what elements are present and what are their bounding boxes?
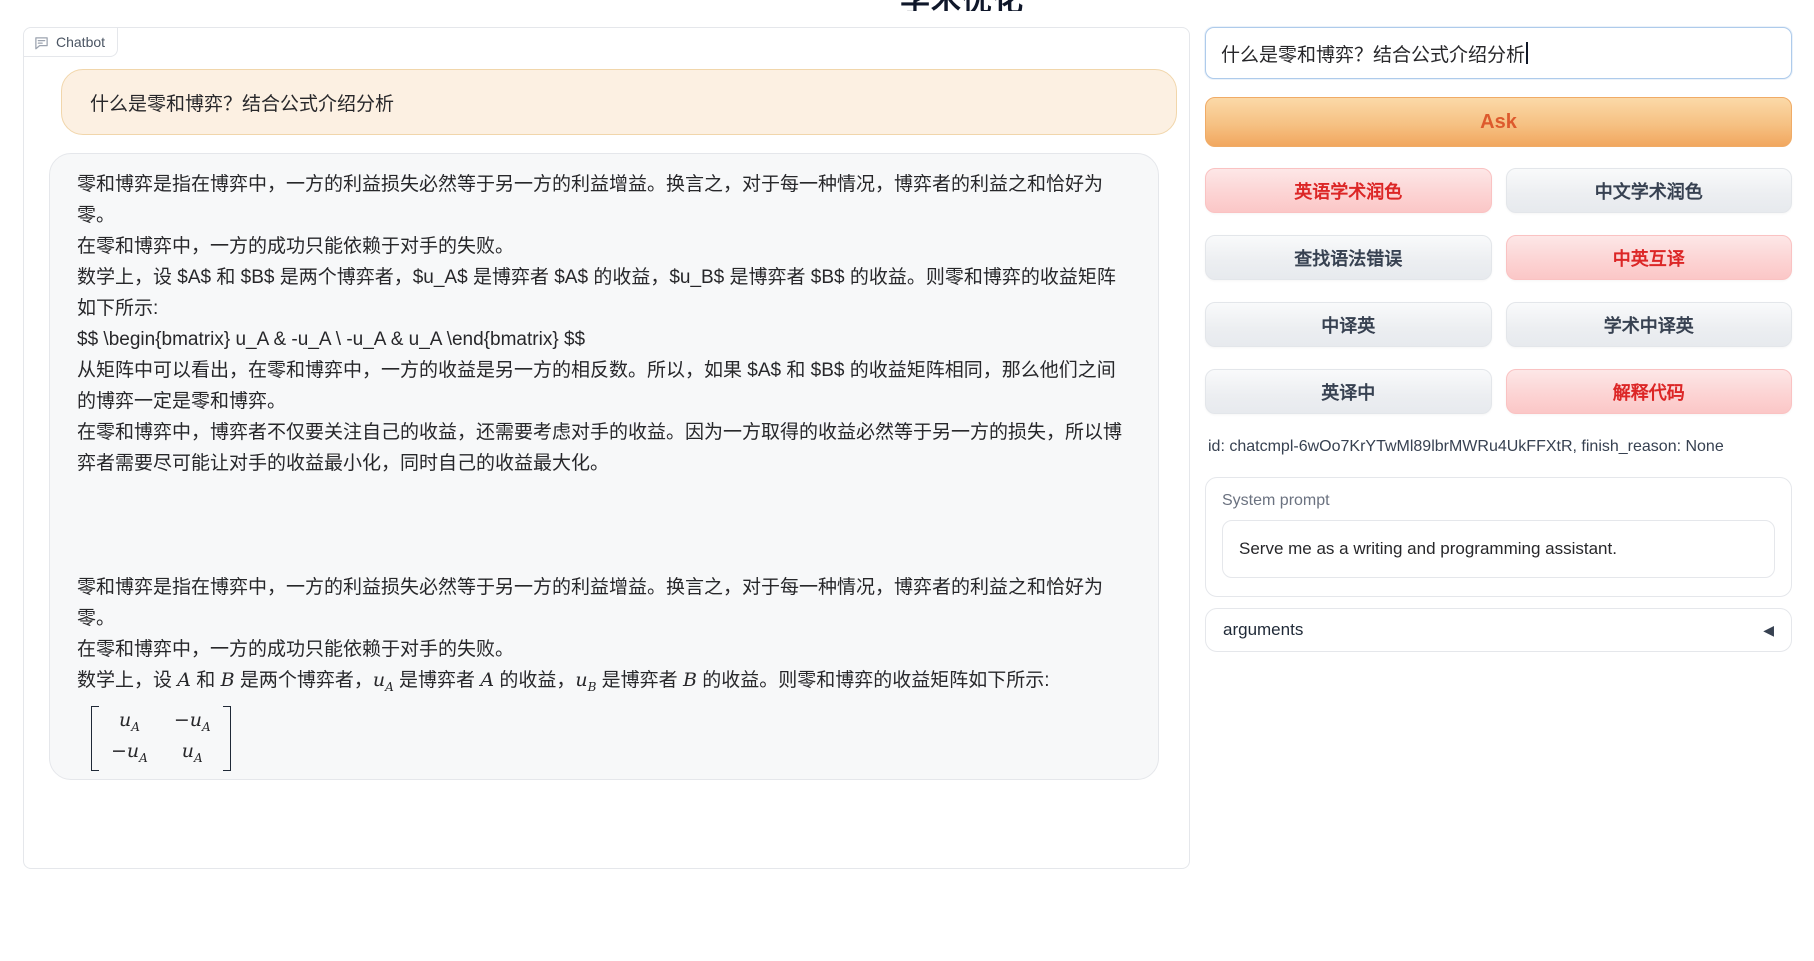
assistant-paragraph: 在零和博弈中，一方的成功只能依赖于对手的失败。 — [77, 634, 1130, 665]
assistant-paragraph-math: 数学上，设 A 和 B 是两个博弈者，uA 是博弈者 A 的收益，uB 是博弈者… — [77, 665, 1130, 703]
assistant-latex-source: $$ \begin{bmatrix} u_A & -u_A \ -u_A & u… — [77, 324, 1130, 355]
chatbot-panel: Chatbot 什么是零和博弈？结合公式介绍分析 零和博弈是指在博弈中，一方的利… — [23, 27, 1190, 869]
matrix-cell: −uA — [174, 708, 211, 739]
user-message-bubble: 什么是零和博弈？结合公式介绍分析 — [61, 69, 1177, 135]
matrix-left-bracket — [91, 706, 99, 772]
matrix-cell: uA — [182, 739, 203, 770]
assistant-message-bubble: 零和博弈是指在博弈中，一方的利益损失必然等于另一方的利益增益。换言之，对于每一种… — [49, 153, 1159, 780]
accordion-label: arguments — [1223, 620, 1303, 640]
quick-action-button[interactable]: 英译中 — [1205, 369, 1492, 414]
quick-action-button[interactable]: 学术中译英 — [1506, 302, 1793, 347]
matrix-right-bracket — [223, 706, 231, 772]
assistant-paragraph: 数学上，设 $A$ 和 $B$ 是两个博弈者，$u_A$ 是博弈者 $A$ 的收… — [77, 262, 1130, 324]
quick-action-button[interactable]: 中英互译 — [1506, 235, 1793, 280]
chatbot-label-text: Chatbot — [56, 34, 105, 50]
arguments-accordion[interactable]: arguments ◀ — [1205, 608, 1792, 652]
collapse-triangle-icon: ◀ — [1763, 623, 1774, 637]
assistant-paragraph: 零和博弈是指在博弈中，一方的利益损失必然等于另一方的利益增益。换言之，对于每一种… — [77, 572, 1130, 634]
status-text: id: chatcmpl-6wOo7KrYTwMl89lbrMWRu4UkFFX… — [1208, 438, 1724, 456]
quick-action-button[interactable]: 英语学术润色 — [1205, 168, 1492, 213]
system-prompt-label: System prompt — [1222, 492, 1775, 510]
system-prompt-input[interactable]: Serve me as a writing and programming as… — [1222, 520, 1775, 578]
quick-action-button[interactable]: 查找语法错误 — [1205, 235, 1492, 280]
assistant-paragraph: 从矩阵中可以看出，在零和博弈中，一方的收益是另一方的相反数。所以，如果 $A$ … — [77, 355, 1130, 417]
payoff-matrix: uA−uA−uAuA — [91, 706, 231, 772]
system-prompt-value: Serve me as a writing and programming as… — [1239, 539, 1617, 559]
chat-bubble-icon — [34, 35, 49, 50]
system-prompt-group: System prompt Serve me as a writing and … — [1205, 477, 1792, 597]
page-title: 学术优化 — [900, 0, 1050, 11]
user-message-text: 什么是零和博弈？结合公式介绍分析 — [90, 89, 394, 116]
ask-button[interactable]: Ask — [1205, 97, 1792, 147]
question-input-value: 什么是零和博弈？结合公式介绍分析 — [1221, 40, 1525, 67]
app-page: 学术优化 Chatbot 什么是零和博弈？结合公式介绍分析 零和博弈是指在博弈中… — [0, 0, 1814, 961]
quick-action-button[interactable]: 中译英 — [1205, 302, 1492, 347]
text-caret — [1526, 42, 1528, 64]
quick-action-button[interactable]: 解释代码 — [1506, 369, 1793, 414]
assistant-paragraph: 在零和博弈中，博弈者不仅要关注自己的收益，还需要考虑对手的收益。因为一方取得的收… — [77, 417, 1130, 479]
matrix-cells: uA−uA−uAuA — [99, 706, 223, 772]
question-input[interactable]: 什么是零和博弈？结合公式介绍分析 — [1205, 27, 1792, 79]
quick-actions-grid: 英语学术润色中文学术润色查找语法错误中英互译中译英学术中译英英译中解释代码 — [1205, 168, 1792, 414]
assistant-paragraph: 零和博弈是指在博弈中，一方的利益损失必然等于另一方的利益增益。换言之，对于每一种… — [77, 169, 1130, 231]
assistant-paragraph: 在零和博弈中，一方的成功只能依赖于对手的失败。 — [77, 231, 1130, 262]
chatbot-label: Chatbot — [24, 28, 118, 57]
paragraph-gap — [77, 479, 1130, 572]
matrix-cell: uA — [119, 708, 140, 739]
matrix-cell: −uA — [111, 739, 148, 770]
quick-action-button[interactable]: 中文学术润色 — [1506, 168, 1793, 213]
